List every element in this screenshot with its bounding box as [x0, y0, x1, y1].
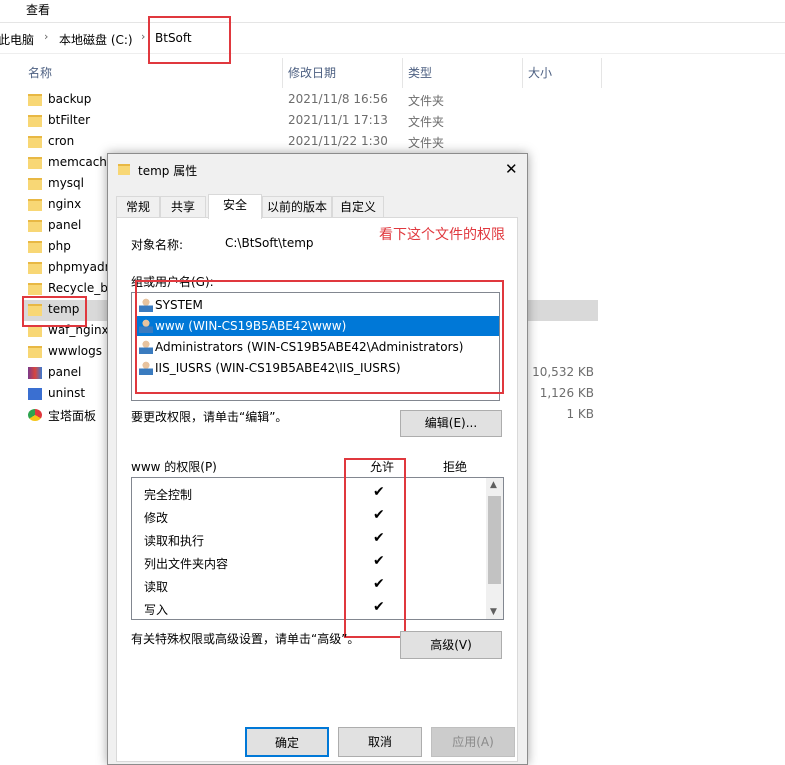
tab-sharing[interactable]: 共享 — [160, 196, 206, 217]
breadcrumb-separator[interactable]: › — [141, 30, 145, 43]
column-header-type[interactable]: 类型 — [408, 64, 432, 81]
permissions-scrollbar[interactable]: ▲ ▼ — [486, 478, 503, 619]
ok-button[interactable]: 确定 — [245, 727, 329, 757]
tab-security[interactable]: 安全 — [208, 194, 262, 219]
folder-icon — [28, 262, 42, 274]
archive-icon — [28, 367, 42, 379]
file-name: 宝塔面板 — [48, 409, 97, 423]
permission-label: 写入 — [144, 603, 169, 617]
folder-icon — [28, 283, 42, 295]
permission-label: 读取 — [144, 580, 169, 594]
column-divider[interactable] — [601, 58, 602, 88]
apply-button[interactable]: 应用(A) — [431, 727, 515, 757]
deny-column-header: 拒绝 — [443, 460, 468, 474]
properties-dialog: temp 属性 ✕ 常规 共享 安全 以前的版本 自定义 对象名称: C:\Bt… — [107, 153, 528, 765]
folder-icon — [28, 115, 42, 127]
advanced-hint: 有关特殊权限或高级设置，请单击“高级”。 — [131, 632, 360, 646]
folder-icon — [118, 164, 130, 175]
annotation-box-groups — [135, 280, 504, 394]
file-name: panel — [48, 365, 82, 379]
file-date: 2021/11/1 17:13 — [288, 113, 388, 127]
column-header-name[interactable]: 名称 — [28, 64, 52, 81]
object-name-value: C:\BtSoft\temp — [225, 236, 314, 250]
column-divider[interactable] — [402, 58, 403, 88]
file-row[interactable]: backup 2021/11/8 16:56 文件夹 — [22, 90, 598, 111]
security-pane: 对象名称: C:\BtSoft\temp 看下这个文件的权限 组或用户名(G):… — [116, 217, 518, 762]
file-type: 文件夹 — [408, 115, 445, 129]
folder-icon — [28, 346, 42, 358]
file-name: cron — [48, 134, 75, 148]
file-row[interactable]: cron 2021/11/22 1:30 文件夹 — [22, 132, 598, 153]
column-header-size[interactable]: 大小 — [528, 64, 552, 81]
file-date: 2021/11/22 1:30 — [288, 134, 388, 148]
breadcrumb-c-drive[interactable]: 本地磁盘 (C:) — [59, 31, 133, 48]
annotation-box-temp — [22, 296, 87, 327]
edit-button[interactable]: 编辑(E)... — [400, 410, 502, 437]
permissions-title: www 的权限(P) — [131, 460, 217, 474]
cancel-button[interactable]: 取消 — [338, 727, 422, 757]
dialog-title: temp 属性 — [138, 164, 198, 178]
column-header-date[interactable]: 修改日期 — [288, 64, 336, 81]
file-size: 10,532 KB — [532, 365, 594, 379]
file-type: 文件夹 — [408, 94, 445, 108]
file-row[interactable]: btFilter 2021/11/1 17:13 文件夹 — [22, 111, 598, 132]
folder-icon — [28, 94, 42, 106]
folder-icon — [28, 136, 42, 148]
tab-customize[interactable]: 自定义 — [332, 196, 384, 217]
file-name: nginx — [48, 197, 82, 211]
scroll-up-icon[interactable]: ▲ — [490, 480, 497, 490]
annotation-box-allow — [344, 458, 406, 638]
file-name: mysql — [48, 176, 84, 190]
app-icon — [28, 388, 42, 400]
folder-icon — [28, 199, 42, 211]
ribbon-view-tab[interactable]: 查看 — [26, 1, 50, 18]
file-name: wwwlogs — [48, 344, 102, 358]
address-bar[interactable]: 此电脑 › 本地磁盘 (C:) › BtSoft — [0, 23, 785, 54]
file-name: uninst — [48, 386, 86, 400]
scrollbar-thumb[interactable] — [488, 496, 501, 584]
file-name: backup — [48, 92, 92, 106]
permission-label: 读取和执行 — [144, 534, 205, 548]
file-name: panel — [48, 218, 82, 232]
tab-previous-versions[interactable]: 以前的版本 — [262, 196, 332, 217]
column-divider[interactable] — [522, 58, 523, 88]
folder-icon — [28, 178, 42, 190]
file-size: 1,126 KB — [539, 386, 594, 400]
folder-icon — [28, 241, 42, 253]
annotation-box-address — [148, 16, 231, 64]
ribbon: 查看 — [0, 0, 785, 23]
object-name-label: 对象名称: — [131, 238, 184, 252]
close-icon[interactable]: ✕ — [505, 160, 518, 178]
column-divider[interactable] — [282, 58, 283, 88]
folder-icon — [28, 157, 42, 169]
file-size: 1 KB — [566, 407, 594, 421]
permission-label: 修改 — [144, 511, 169, 525]
file-date: 2021/11/8 16:56 — [288, 92, 388, 106]
tab-general[interactable]: 常规 — [116, 196, 160, 217]
scroll-down-icon[interactable]: ▼ — [490, 607, 497, 617]
permission-label: 完全控制 — [144, 488, 193, 502]
breadcrumb-separator[interactable]: › — [44, 30, 48, 43]
permission-label: 列出文件夹内容 — [144, 557, 229, 571]
breadcrumb-this-pc[interactable]: 此电脑 — [0, 31, 34, 48]
shortcut-icon — [28, 409, 42, 421]
advanced-button[interactable]: 高级(V) — [400, 631, 502, 659]
folder-icon — [28, 220, 42, 232]
file-name: btFilter — [48, 113, 91, 127]
permissions-list: 完全控制 ✔ 修改 ✔ 读取和执行 ✔ 列出文件夹内容 ✔ 读取 ✔ 写入 ✔ ▲ ▼ — [131, 477, 504, 620]
change-permissions-hint: 要更改权限，请单击“编辑”。 — [131, 410, 288, 424]
file-name: php — [48, 239, 71, 253]
annotation-note: 看下这个文件的权限 — [379, 227, 505, 243]
file-type: 文件夹 — [408, 136, 445, 150]
